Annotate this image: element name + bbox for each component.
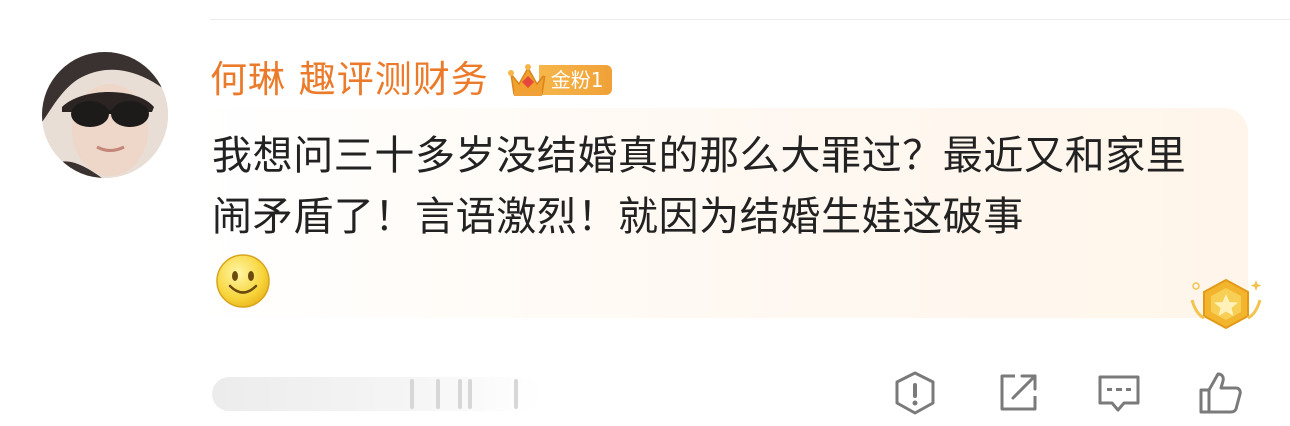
report-button[interactable]: [892, 370, 938, 416]
comment-text: 我想问三十多岁没结婚真的那么大罪过？最近又和家里闹矛盾了！言语激烈！就因为结婚生…: [212, 133, 1187, 240]
fan-badge-label: 金粉1: [538, 65, 612, 95]
author-name[interactable]: 何琳 趣评测财务: [210, 54, 489, 106]
bar-tick: [468, 379, 472, 409]
bar-tick: [436, 379, 440, 409]
report-icon: [895, 371, 935, 415]
share-icon: [1000, 374, 1037, 411]
crown-icon: [507, 64, 548, 96]
thumbs-up-icon: [1199, 372, 1242, 414]
author-row: 何琳 趣评测财务 金粉1: [210, 54, 612, 106]
star-medal-icon: [1190, 278, 1262, 330]
fan-badge[interactable]: 金粉1: [507, 60, 612, 100]
smile-emoji-icon: [216, 254, 270, 308]
like-button[interactable]: [1197, 370, 1243, 416]
comment-icon: [1098, 375, 1140, 412]
footer-placeholder-bar: [212, 377, 542, 411]
share-button[interactable]: [995, 370, 1041, 416]
bar-tick: [514, 379, 518, 409]
bar-tick: [410, 379, 414, 409]
bar-tick: [458, 379, 462, 409]
avatar[interactable]: [42, 52, 168, 178]
top-divider: [210, 19, 1290, 20]
reply-button[interactable]: [1096, 370, 1142, 416]
